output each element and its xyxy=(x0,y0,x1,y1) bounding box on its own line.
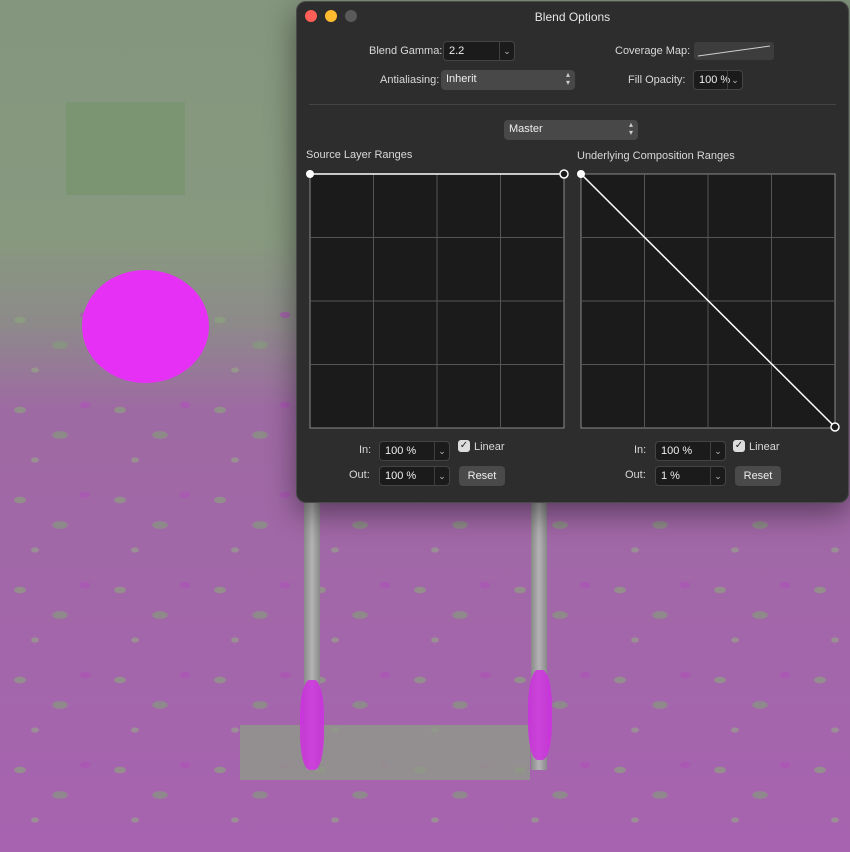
canvas-left-glow xyxy=(300,680,324,770)
channel-popup[interactable]: Master ▴ ▾ xyxy=(504,120,638,140)
coverage-curve-icon xyxy=(697,45,771,57)
source-linear-checkbox[interactable]: ✓ xyxy=(458,440,470,452)
underlying-end-handle[interactable] xyxy=(830,422,840,432)
fill-opacity-label: Fill Opacity: xyxy=(628,74,686,86)
source-in-value: 100 % xyxy=(385,445,417,457)
fill-opacity-field[interactable]: 100 % ⌄ xyxy=(693,70,743,90)
underlying-ranges-title: Underlying Composition Ranges xyxy=(577,150,735,162)
canvas-rectangle-shape[interactable] xyxy=(66,102,185,195)
window-title: Blend Options xyxy=(534,10,611,24)
source-start-handle[interactable] xyxy=(306,170,314,178)
source-in-label: In: xyxy=(359,444,372,456)
underlying-reset-button[interactable]: Reset xyxy=(735,466,781,486)
coverage-map-label: Coverage Map: xyxy=(615,45,691,57)
source-ranges-graph[interactable] xyxy=(305,168,571,434)
blend-gamma-field[interactable]: 2.2 ⌄ xyxy=(443,41,515,61)
source-reset-button[interactable]: Reset xyxy=(459,466,505,486)
chevron-down-icon[interactable]: ⌄ xyxy=(710,467,725,485)
source-in-field[interactable]: 100 % ⌄ xyxy=(379,441,450,461)
canvas-ellipse-shape[interactable] xyxy=(82,270,209,383)
blend-gamma-value: 2.2 xyxy=(449,45,465,57)
chevron-down-icon[interactable]: ⌄ xyxy=(434,467,449,485)
blend-gamma-label: Blend Gamma: xyxy=(369,45,443,57)
blend-options-window: Blend Options Blend Gamma: 2.2 ⌄ Coverag… xyxy=(296,1,849,503)
chevron-down-icon[interactable]: ⌄ xyxy=(499,42,514,60)
antialiasing-value: Inherit xyxy=(446,73,477,85)
chevron-down-icon[interactable]: ⌄ xyxy=(710,442,725,460)
divider xyxy=(309,104,836,105)
underlying-in-field[interactable]: 100 % ⌄ xyxy=(655,441,726,461)
canvas-base-slab xyxy=(240,725,530,780)
title-bar[interactable]: Blend Options xyxy=(297,2,848,30)
source-end-handle[interactable] xyxy=(559,169,569,179)
underlying-out-label: Out: xyxy=(625,469,646,481)
antialiasing-label: Antialiasing: xyxy=(380,74,440,86)
source-ranges-title: Source Layer Ranges xyxy=(306,149,413,161)
antialiasing-popup[interactable]: Inherit ▴ ▾ xyxy=(441,70,575,90)
underlying-linear-label: Linear xyxy=(749,441,780,453)
chevron-down-icon[interactable]: ⌄ xyxy=(434,442,449,460)
up-down-chevron-icon: ▴ ▾ xyxy=(565,70,570,87)
chevron-down-icon[interactable]: ⌄ xyxy=(727,71,742,89)
underlying-in-value: 100 % xyxy=(661,445,693,457)
underlying-ranges-graph[interactable] xyxy=(576,168,842,434)
channel-value: Master xyxy=(509,123,543,135)
canvas-right-glow xyxy=(528,670,552,760)
underlying-out-field[interactable]: 1 % ⌄ xyxy=(655,466,726,486)
underlying-linear-checkbox[interactable]: ✓ xyxy=(733,440,745,452)
up-down-chevron-icon: ▴ ▾ xyxy=(628,120,633,137)
source-out-field[interactable]: 100 % ⌄ xyxy=(379,466,450,486)
fill-opacity-value: 100 % xyxy=(699,74,731,86)
source-out-label: Out: xyxy=(349,469,370,481)
underlying-out-value: 1 % xyxy=(661,470,680,482)
source-out-value: 100 % xyxy=(385,470,417,482)
source-linear-label: Linear xyxy=(474,441,505,453)
underlying-in-label: In: xyxy=(634,444,647,456)
underlying-start-handle[interactable] xyxy=(577,170,585,178)
coverage-map-curve-button[interactable] xyxy=(694,42,774,60)
